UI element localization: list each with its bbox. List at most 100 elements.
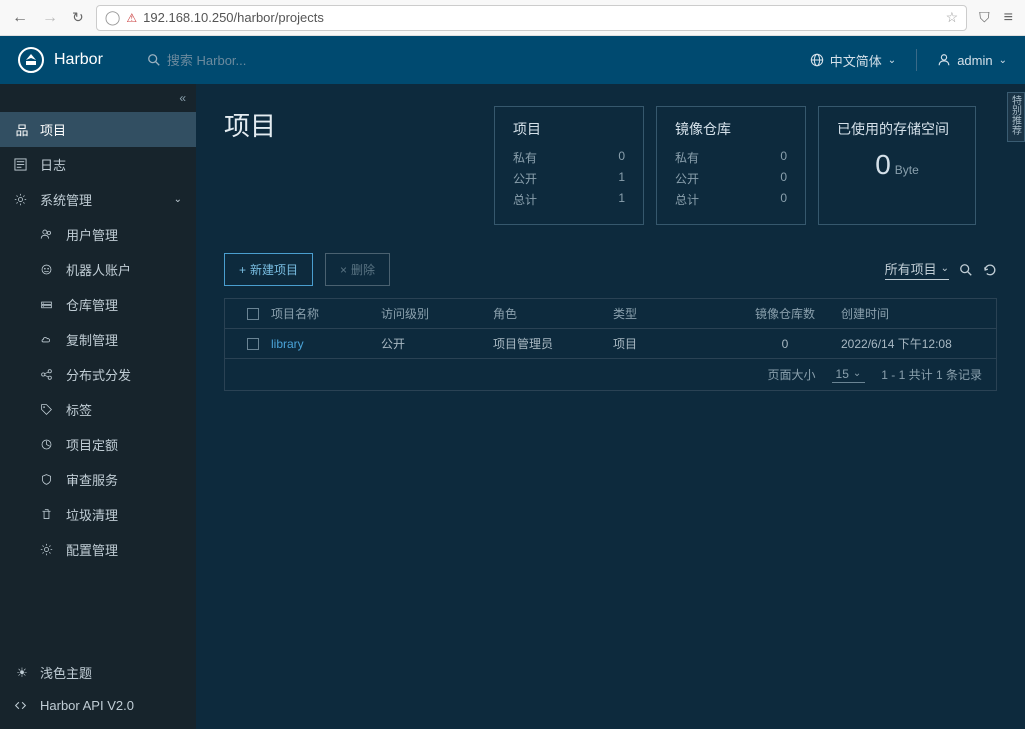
th-type[interactable]: 类型 <box>613 305 729 322</box>
stat-label: 私有 <box>675 149 699 166</box>
language-label: 中文简体 <box>830 51 882 70</box>
row-select-cell <box>235 338 271 350</box>
sidebar-item-quota[interactable]: 项目定额 <box>0 427 196 462</box>
table-header-row: 项目名称 访问级别 角色 类型 镜像仓库数 创建时间 <box>225 299 996 329</box>
sidebar-item-config[interactable]: 配置管理 <box>0 532 196 567</box>
app-root: Harbor 中文简体 ⌄ admin ⌄ <box>0 36 1025 729</box>
new-project-button[interactable]: + 新建项目 <box>224 253 313 286</box>
filter-dropdown[interactable]: 所有项目 ⌄ <box>885 259 949 280</box>
sidebar-api-link[interactable]: Harbor API V2.0 <box>0 690 196 721</box>
select-all-checkbox[interactable] <box>247 308 259 320</box>
api-icon <box>14 699 30 712</box>
sidebar-item-distribution[interactable]: 分布式分发 <box>0 357 196 392</box>
sidebar-item-label: 项目 <box>40 120 66 139</box>
sidebar-theme-toggle[interactable]: ☀ 浅色主题 <box>0 655 196 690</box>
search-icon[interactable] <box>959 263 973 277</box>
bookmark-star-icon[interactable]: ☆ <box>946 9 959 26</box>
stat-label: 总计 <box>675 191 699 208</box>
sidebar-item-logs[interactable]: 日志 <box>0 147 196 182</box>
registry-icon <box>40 298 56 311</box>
th-time[interactable]: 创建时间 <box>841 305 981 322</box>
cell-repo: 0 <box>729 337 841 351</box>
sidebar-item-label: 仓库管理 <box>66 295 118 314</box>
refresh-button[interactable]: ↻ <box>72 9 84 27</box>
sidebar-item-users[interactable]: 用户管理 <box>0 217 196 252</box>
cell-time: 2022/6/14 下午12:08 <box>841 335 981 352</box>
tag-icon <box>40 403 56 416</box>
chevron-down-icon: ⌄ <box>174 194 182 205</box>
th-repo[interactable]: 镜像仓库数 <box>729 305 841 322</box>
search-input[interactable] <box>167 53 367 68</box>
stat-value: 1 <box>618 170 625 187</box>
stat-card-repos: 镜像仓库 私有0 公开0 总计0 <box>656 106 806 225</box>
back-button[interactable]: ← <box>12 9 28 27</box>
sidebar-item-label: 用户管理 <box>66 225 118 244</box>
nav-arrows: ← → ↻ <box>12 9 84 27</box>
user-menu[interactable]: admin ⌄ <box>937 53 1007 68</box>
sidebar-item-audit[interactable]: 审查服务 <box>0 462 196 497</box>
collapse-icon: « <box>179 91 186 105</box>
side-tab-recommend[interactable]: 特别推荐 <box>1007 92 1025 142</box>
divider <box>916 49 917 71</box>
app-header: Harbor 中文简体 ⌄ admin ⌄ <box>0 36 1025 84</box>
stat-value: 0 <box>780 149 787 166</box>
sidebar-item-label: 系统管理 <box>40 190 92 209</box>
pocket-icon[interactable]: ⛉ <box>979 9 990 27</box>
user-icon <box>937 53 951 67</box>
shield-icon: ◯ <box>105 9 121 26</box>
th-access[interactable]: 访问级别 <box>381 305 493 322</box>
sidebar-item-label: 标签 <box>66 400 92 419</box>
cell-access: 公开 <box>381 335 493 352</box>
stat-storage-unit: Byte <box>895 163 919 177</box>
table-row[interactable]: library 公开 项目管理员 项目 0 2022/6/14 下午12:08 <box>225 329 996 359</box>
sidebar-item-label: Harbor API V2.0 <box>40 698 134 713</box>
stat-label: 总计 <box>513 191 537 208</box>
row-checkbox[interactable] <box>247 338 259 350</box>
globe-icon <box>810 53 824 67</box>
user-label: admin <box>957 53 992 68</box>
th-role[interactable]: 角色 <box>493 305 613 322</box>
sidebar-collapse[interactable]: « <box>0 84 196 112</box>
button-label: 新建项目 <box>250 261 298 278</box>
brand[interactable]: Harbor <box>18 47 103 73</box>
sidebar-item-replication[interactable]: 复制管理 <box>0 322 196 357</box>
stat-label: 公开 <box>513 170 537 187</box>
pagesize-select[interactable]: 15 ⌄ <box>832 367 866 383</box>
sidebar-item-label: 分布式分发 <box>66 365 131 384</box>
th-name[interactable]: 项目名称 <box>271 305 381 322</box>
menu-icon[interactable]: ≡ <box>1004 9 1013 27</box>
lock-warning-icon: ⚠ <box>126 11 137 25</box>
stat-label: 公开 <box>675 170 699 187</box>
browser-right-icons: ⛉ ≡ <box>979 9 1013 27</box>
delete-button[interactable]: × 删除 <box>325 253 390 286</box>
project-link[interactable]: library <box>271 337 304 351</box>
pagesize-value: 15 <box>836 367 849 381</box>
sidebar-item-gc[interactable]: 垃圾清理 <box>0 497 196 532</box>
language-switcher[interactable]: 中文简体 ⌄ <box>810 51 896 70</box>
pagesize-label: 页面大小 <box>768 366 816 383</box>
browser-toolbar: ← → ↻ ◯ ⚠ 192.168.10.250/harbor/projects… <box>0 0 1025 36</box>
stat-card-projects: 项目 私有0 公开1 总计1 <box>494 106 644 225</box>
forward-button[interactable]: → <box>42 9 58 27</box>
projects-icon: 品 <box>14 120 30 139</box>
sidebar-item-labels[interactable]: 标签 <box>0 392 196 427</box>
sidebar-item-admin[interactable]: 系统管理 ⌄ <box>0 182 196 217</box>
refresh-icon[interactable] <box>983 263 997 277</box>
sidebar-item-registry[interactable]: 仓库管理 <box>0 287 196 322</box>
sidebar-item-robot[interactable]: 机器人账户 <box>0 252 196 287</box>
cloud-icon <box>40 333 56 346</box>
search-icon <box>147 53 161 67</box>
projects-table: 项目名称 访问级别 角色 类型 镜像仓库数 创建时间 library 公开 项目… <box>224 298 997 391</box>
url-bar[interactable]: ◯ ⚠ 192.168.10.250/harbor/projects ☆ <box>96 5 967 31</box>
sidebar: « 品 项目 日志 系统管理 ⌄ <box>0 84 196 729</box>
chevron-down-icon: ⌄ <box>999 55 1007 66</box>
sidebar-item-projects[interactable]: 品 项目 <box>0 112 196 147</box>
x-icon: × <box>340 263 347 277</box>
stat-value: 0 <box>780 191 787 208</box>
plus-icon: + <box>239 263 246 277</box>
stat-title: 已使用的存储空间 <box>837 119 957 139</box>
stat-card-storage: 已使用的存储空间 0 Byte <box>818 106 976 225</box>
app-body: « 品 项目 日志 系统管理 ⌄ <box>0 84 1025 729</box>
cell-role: 项目管理员 <box>493 335 613 352</box>
sidebar-item-label: 垃圾清理 <box>66 505 118 524</box>
